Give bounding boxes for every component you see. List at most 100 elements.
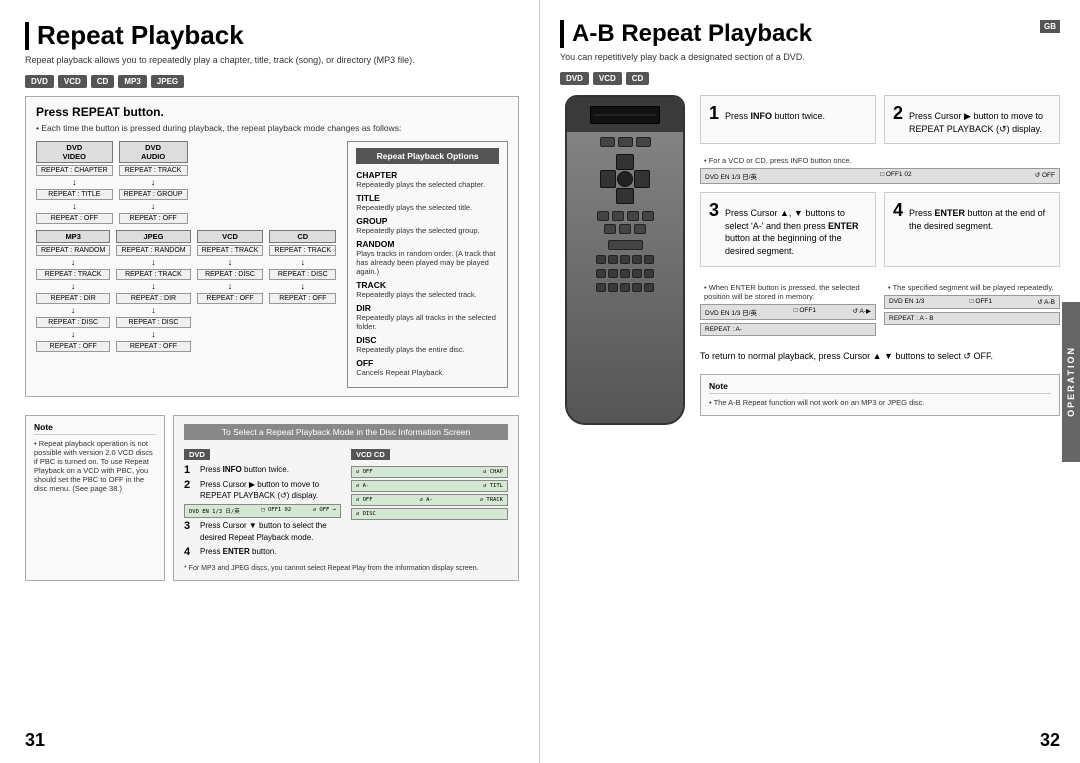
gb-badge: GB [1040, 20, 1060, 33]
nav-up [616, 154, 634, 170]
select-osd-1: DVD EN 1/3 日/英□ OFF1 02↺ OFF → [184, 504, 341, 518]
jpeg-item-2: REPEAT : DIR [116, 293, 190, 304]
remote-display [590, 106, 660, 124]
vcd-item-2: REPEAT : OFF [197, 293, 264, 304]
remote-row-8 [596, 283, 654, 292]
dvd-item-2: REPEAT : OFF [36, 213, 113, 224]
jpeg-item-1: REPEAT : TRACK [116, 269, 190, 280]
select-osd-2: ↺ OFF↺ CHAP [351, 466, 508, 478]
remote-btn [618, 137, 633, 147]
mp3-item-0: REPEAT : RANDOM [36, 245, 110, 256]
opt-random-desc: Plays tracks in random order. (A track t… [356, 249, 499, 276]
remote-illustration [565, 95, 685, 425]
mp3-arrow-1: ↓ [71, 282, 76, 291]
select-step-2: 2 Press Cursor ▶ button to move to REPEA… [184, 479, 341, 501]
remote-btn [627, 211, 639, 221]
cd-col: CD REPEAT : TRACK ↓ REPEAT : DISC ↓ REPE… [269, 230, 336, 352]
step3-header: 3 Press Cursor ▲, ▼ buttons to select 'A… [709, 201, 867, 257]
dvd-video-col: DVDVIDEO REPEAT : CHAPTER ↓ REPEAT : TIT… [36, 141, 113, 224]
left-mode-sections: DVDVIDEO REPEAT : CHAPTER ↓ REPEAT : TIT… [36, 141, 336, 388]
opt-off-title: OFF [356, 358, 499, 368]
mp3-arrow-0: ↓ [71, 258, 76, 267]
opt-chapter-title: CHAPTER [356, 170, 499, 180]
remote-btn [619, 224, 631, 234]
vcd-header: VCD [197, 230, 264, 243]
right-note-title: Note [709, 381, 1051, 394]
nav-enter [617, 171, 633, 187]
steps-1-2: 1 Press INFO button twice. 2 Press Curso… [700, 95, 1060, 144]
operation-sidebar: OPERATION [1062, 302, 1080, 462]
opt-off: OFF Cancels Repeat Playback. [356, 358, 499, 377]
other-section: MP3 REPEAT : RANDOM ↓ REPEAT : TRACK ↓ R… [36, 230, 336, 352]
jpeg-arrow-0: ↓ [151, 258, 156, 267]
remote-btn [644, 255, 654, 264]
ab-step-3: 3 Press Cursor ▲, ▼ buttons to select 'A… [700, 192, 876, 266]
step3-note-area: • When ENTER button is pressed, the sele… [700, 279, 876, 339]
repeat-box: Press REPEAT button. • Each time the but… [25, 96, 519, 397]
remote-buttons [567, 132, 683, 297]
cd-item-1: REPEAT : DISC [269, 269, 336, 280]
select-osd-3: ↺ A-↺ TITL [351, 480, 508, 492]
remote-btn [596, 283, 606, 292]
remote-btn [608, 283, 618, 292]
opt-chapter: CHAPTER Repeatedly plays the selected ch… [356, 170, 499, 189]
remote-btn [632, 283, 642, 292]
step3-note: • When ENTER button is pressed, the sele… [700, 283, 876, 301]
select-footnote: * For MP3 and JPEG discs, you cannot sel… [184, 565, 508, 572]
jpeg-header: JPEG [116, 230, 190, 243]
opt-group-title: GROUP [356, 216, 499, 226]
vcd-col: VCD REPEAT : TRACK ↓ REPEAT : DISC ↓ REP… [197, 230, 264, 352]
steps-area: 1 Press INFO button twice. 2 Press Curso… [700, 95, 1060, 425]
step1-num: 1 [709, 104, 719, 122]
mp3-arrow-3: ↓ [71, 330, 76, 339]
nav-left [600, 170, 616, 188]
remote-btn [596, 255, 606, 264]
opt-group-desc: Repeatedly plays the selected group. [356, 226, 499, 235]
step2-header: 2 Press Cursor ▶ button to move to REPEA… [893, 104, 1051, 135]
rbadge-dvd: DVD [560, 72, 589, 85]
remote-btn [620, 255, 630, 264]
ab-layout: 1 Press INFO button twice. 2 Press Curso… [560, 95, 1060, 425]
opt-random: RANDOM Plays tracks in random order. (A … [356, 239, 499, 276]
remote-btn [596, 269, 606, 278]
opt-disc-desc: Repeatedly plays the entire disc. [356, 345, 499, 354]
badge-dvd: DVD [25, 75, 54, 88]
select-step-3: 3 Press Cursor ▼ button to select the de… [184, 520, 341, 542]
dvd-video-header: DVDVIDEO [36, 141, 113, 163]
jpeg-arrow-1: ↓ [151, 282, 156, 291]
dvd-item-0: REPEAT : CHAPTER [36, 165, 113, 176]
dvd-audio-col: DVDAUDIO REPEAT : TRACK ↓ REPEAT : GROUP… [119, 141, 188, 224]
vcd-arrow-1: ↓ [228, 282, 233, 291]
note-title: Note [34, 422, 156, 435]
step-num-2: 2 [184, 479, 196, 491]
dvd-arrow-1: ↓ [72, 202, 77, 211]
remote-btn [644, 283, 654, 292]
remote-row-3 [597, 211, 654, 221]
ab-osd-repeat-ab: REPEAT : A - B [884, 312, 1060, 325]
nav-right [634, 170, 650, 188]
operation-label: OPERATION [1066, 346, 1076, 417]
cd-header: CD [269, 230, 336, 243]
options-title: Repeat Playback Options [356, 148, 499, 164]
right-title: A-B Repeat Playback [560, 20, 1060, 48]
step3-text: Press Cursor ▲, ▼ buttons to select 'A-'… [725, 207, 867, 257]
step-num-3: 3 [184, 520, 196, 532]
step-text-1: Press INFO button twice. [200, 464, 289, 475]
cd-item-0: REPEAT : TRACK [269, 245, 336, 256]
remote-btn [608, 269, 618, 278]
cd-item-2: REPEAT : OFF [269, 293, 336, 304]
select-osd-4: ↺ OFF↺ A-↺ TRACK [351, 494, 508, 506]
dvda-item-0: REPEAT : TRACK [119, 165, 188, 176]
step2-num: 2 [893, 104, 903, 122]
badge-cd: CD [91, 75, 115, 88]
dvd-section: DVDVIDEO REPEAT : CHAPTER ↓ REPEAT : TIT… [36, 141, 336, 224]
mp3-col: MP3 REPEAT : RANDOM ↓ REPEAT : TRACK ↓ R… [36, 230, 110, 352]
remote-row-4 [604, 224, 646, 234]
remote-row-7 [596, 269, 654, 278]
left-page: Repeat Playback Repeat playback allows y… [0, 0, 540, 763]
dvd-audio-header: DVDAUDIO [119, 141, 188, 163]
remote-btn [620, 283, 630, 292]
jpeg-arrow-3: ↓ [151, 330, 156, 339]
opt-title-desc: Repeatedly plays the selected title. [356, 203, 499, 212]
step4-note: • The specified segment will be played r… [884, 283, 1060, 292]
